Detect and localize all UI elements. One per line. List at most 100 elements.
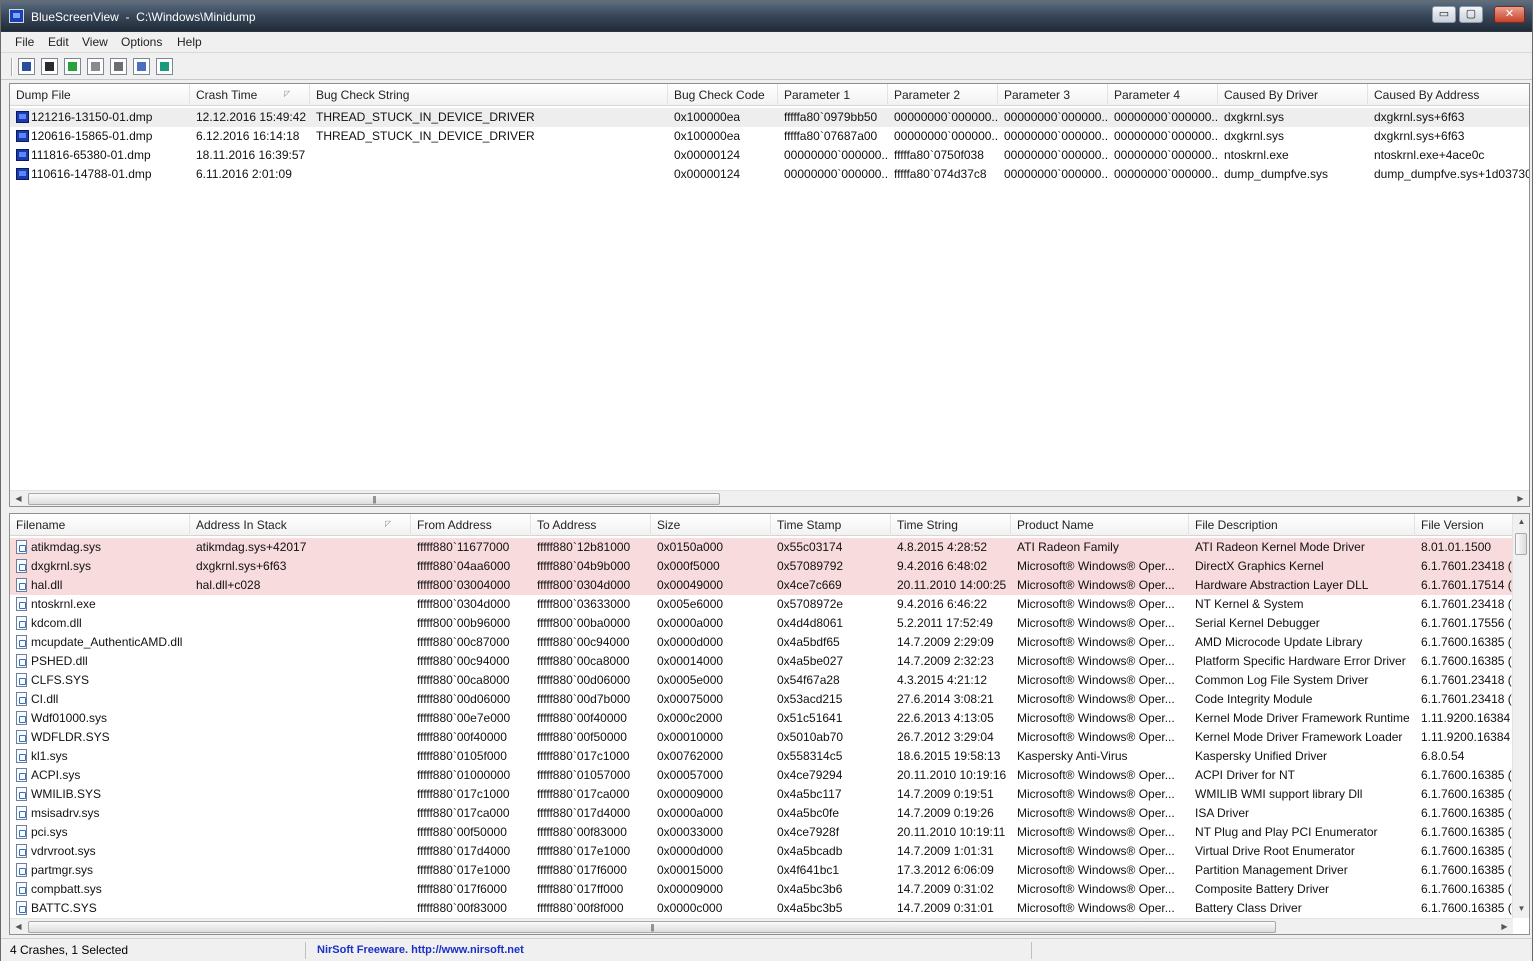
cell-parameter-3: 00000000`000000... (1004, 167, 1108, 181)
cell-address-in-stack (190, 785, 411, 804)
refresh-button[interactable] (64, 58, 81, 75)
menu-file[interactable]: File (15, 35, 34, 49)
menu-view[interactable]: View (82, 35, 108, 49)
driver-list-vscroll[interactable]: ▲ ▼ (1512, 514, 1529, 918)
cell-product-name: Microsoft® Windows® Oper... (1017, 806, 1175, 820)
cell-from-address: fffff880`00d06000 (417, 692, 511, 706)
cell-time-stamp: 0x558314c5 (777, 749, 843, 763)
driver-row[interactable]: ntoskrnl.exe fffff800`0304d000 fffff800`03… (10, 595, 1529, 614)
driver-row[interactable]: pci.sys fffff880`00f50000 fffff880`00f8300… (10, 823, 1529, 842)
column-header-from-address[interactable]: From Address (411, 514, 531, 536)
driver-row[interactable]: WMILIB.SYS fffff880`017c1000 fffff880`017c… (10, 785, 1529, 804)
crash-list-hscroll[interactable]: ◀ ||| ▶ (10, 490, 1529, 506)
driver-row[interactable]: ACPI.sys fffff880`01000000 fffff880`010570… (10, 766, 1529, 785)
driver-row[interactable]: vdrvroot.sys fffff880`017d4000 fffff880`01… (10, 842, 1529, 861)
cell-address-in-stack (190, 747, 411, 766)
cell-product-name: Microsoft® Windows® Oper... (1017, 616, 1175, 630)
scroll-thumb[interactable]: ||| (28, 921, 1276, 933)
crash-list-header: Dump File Crash Time ◸ Bug Check String Bug … (10, 84, 1529, 106)
scroll-up-icon[interactable]: ▲ (1513, 514, 1529, 530)
cell-from-address: fffff880`00f83000 (417, 901, 507, 915)
find-button[interactable] (133, 58, 150, 75)
column-header-address-in-stack[interactable]: Address In Stack (190, 514, 411, 536)
properties-button[interactable] (110, 58, 127, 75)
driver-row[interactable]: mcupdate_AuthenticAMD.dll fffff880`00c870… (10, 633, 1529, 652)
column-header-crash-time[interactable]: Crash Time (190, 84, 310, 106)
scroll-down-icon[interactable]: ▼ (1513, 901, 1529, 917)
vscroll-thumb[interactable] (1515, 533, 1527, 555)
crash-row[interactable]: 120616-15865-01.dmp 6.12.2016 16:14:18 THR… (10, 127, 1529, 146)
cell-to-address: fffff880`01057000 (537, 768, 631, 782)
cell-bug-check-code: 0x00000124 (674, 167, 741, 181)
scroll-left-icon[interactable]: ◀ (10, 919, 27, 934)
save-button[interactable] (41, 58, 58, 75)
column-header-product-name[interactable]: Product Name (1011, 514, 1189, 536)
scroll-right-icon[interactable]: ▶ (1496, 919, 1513, 934)
app-window: BlueScreenView - C:\Windows\Minidump ▭ ▢… (0, 0, 1533, 961)
driver-row[interactable]: dxgkrnl.sys dxgkrnl.sys+6f63 fffff880`04aa… (10, 557, 1529, 576)
cell-address-in-stack (190, 633, 411, 652)
title-bar[interactable]: BlueScreenView - C:\Windows\Minidump ▭ ▢… (1, 1, 1532, 32)
driver-row[interactable]: compbatt.sys fffff880`017f6000 fffff880`01… (10, 880, 1529, 899)
scroll-left-icon[interactable]: ◀ (10, 491, 27, 506)
column-header-caused-by-driver[interactable]: Caused By Driver (1218, 84, 1368, 106)
column-header-parameter-1[interactable]: Parameter 1 (778, 84, 888, 106)
driver-row[interactable]: PSHED.dll fffff880`00c94000 fffff880`00ca8… (10, 652, 1529, 671)
cell-file-version: 6.1.7601.23418 (w (1421, 597, 1513, 611)
column-header-bug-check-code[interactable]: Bug Check Code (668, 84, 778, 106)
cell-caused-by-address: dump_dumpfve.sys+1d03730 (1374, 167, 1530, 181)
driver-row[interactable]: BATTC.SYS fffff880`00f83000 fffff880`00f8f… (10, 899, 1529, 918)
driver-row[interactable]: hal.dll hal.dll+c028 fffff800`03004000 ffff… (10, 576, 1529, 595)
column-header-bug-check-string[interactable]: Bug Check String (310, 84, 668, 106)
driver-row[interactable]: CLFS.SYS fffff880`00ca8000 fffff880`00d060… (10, 671, 1529, 690)
cell-product-name: Microsoft® Windows® Oper... (1017, 901, 1175, 915)
driver-row[interactable]: atikmdag.sys atikmdag.sys+42017 fffff880`1… (10, 538, 1529, 557)
maximize-button[interactable]: ▢ (1459, 6, 1483, 23)
menu-edit[interactable]: Edit (48, 35, 69, 49)
crash-row[interactable]: 110616-14788-01.dmp 6.11.2016 2:01:09 0x00… (10, 165, 1529, 184)
cell-filename: ACPI.sys (31, 768, 81, 782)
menu-options[interactable]: Options (121, 35, 162, 49)
column-header-caused-by-address[interactable]: Caused By Address (1368, 84, 1529, 106)
driver-row[interactable]: CI.dll fffff880`00d06000 fffff880`00d7b000… (10, 690, 1529, 709)
driver-list-hscroll[interactable]: ◀ ||| ▶ (10, 918, 1513, 934)
cell-dump-file: 110616-14788-01.dmp (31, 167, 152, 181)
column-header-parameter-2[interactable]: Parameter 2 (888, 84, 998, 106)
column-header-to-address[interactable]: To Address (531, 514, 651, 536)
driver-row[interactable]: kdcom.dll fffff800`00b96000 fffff800`00ba0… (10, 614, 1529, 633)
scroll-right-icon[interactable]: ▶ (1512, 491, 1529, 506)
html-report-button[interactable] (18, 58, 35, 75)
status-divider (1031, 942, 1032, 959)
cell-time-stamp: 0x54f67a28 (777, 673, 840, 687)
column-header-dump-file[interactable]: Dump File (10, 84, 190, 106)
copy-button[interactable] (87, 58, 104, 75)
save-icon (45, 62, 54, 71)
driver-row[interactable]: msisadrv.sys fffff880`017ca000 fffff880`01… (10, 804, 1529, 823)
cell-bug-check-string (310, 165, 668, 184)
column-header-size[interactable]: Size (651, 514, 771, 536)
cell-file-description: Partition Management Driver (1195, 863, 1348, 877)
menu-help[interactable]: Help (177, 35, 202, 49)
cell-address-in-stack (190, 595, 411, 614)
column-header-filename[interactable]: Filename (10, 514, 190, 536)
close-button[interactable]: ✕ (1494, 6, 1525, 23)
column-header-time-stamp[interactable]: Time Stamp (771, 514, 891, 536)
driver-row[interactable]: WDFLDR.SYS fffff880`00f40000 fffff880`00f5… (10, 728, 1529, 747)
minimize-button[interactable]: ▭ (1432, 6, 1456, 23)
crash-row[interactable]: 111816-65380-01.dmp 18.11.2016 16:39:57 0x… (10, 146, 1529, 165)
driver-row[interactable]: partmgr.sys fffff880`017e1000 fffff880`017… (10, 861, 1529, 880)
crash-row[interactable]: 121216-13150-01.dmp 12.12.2016 15:49:42 TH… (10, 108, 1529, 127)
scroll-thumb[interactable]: ||| (28, 493, 720, 505)
cell-address-in-stack (190, 880, 411, 899)
column-header-time-string[interactable]: Time String (891, 514, 1011, 536)
column-header-parameter-3[interactable]: Parameter 3 (998, 84, 1108, 106)
cell-file-description: Kaspersky Unified Driver (1195, 749, 1328, 763)
column-header-file-description[interactable]: File Description (1189, 514, 1415, 536)
driver-row[interactable]: Wdf01000.sys fffff880`00e7e000 fffff880`00… (10, 709, 1529, 728)
nirsoft-link[interactable]: NirSoft Freeware. http://www.nirsoft.net (317, 942, 524, 959)
exit-button[interactable] (156, 58, 173, 75)
cell-time-string: 4.3.2015 4:21:12 (897, 673, 988, 687)
driver-row[interactable]: kl1.sys fffff880`0105f000 fffff880`017c100… (10, 747, 1529, 766)
column-header-parameter-4[interactable]: Parameter 4 (1108, 84, 1218, 106)
column-header-file-version[interactable]: File Version (1415, 514, 1513, 536)
